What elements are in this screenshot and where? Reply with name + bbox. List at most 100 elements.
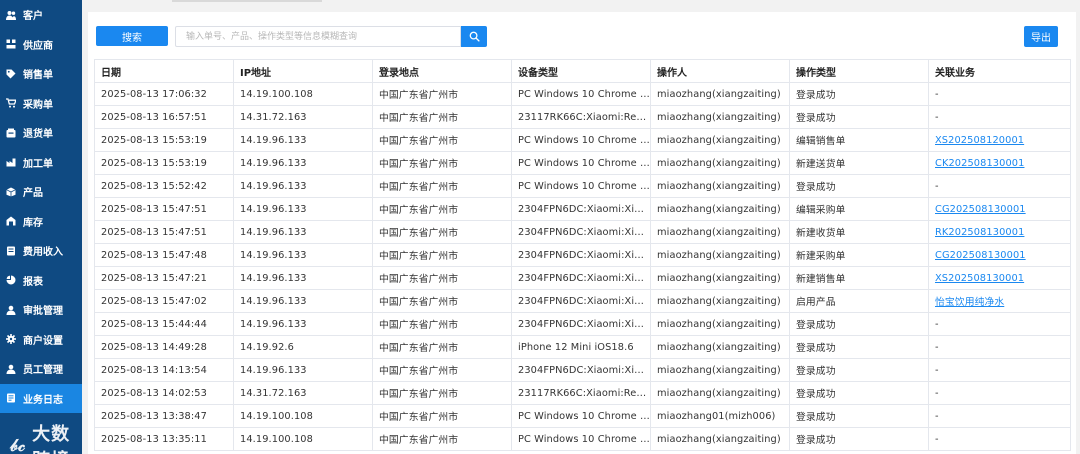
sidebar-item-11[interactable]: 商户设置 (0, 325, 82, 355)
table-cell: 2025-08-13 15:47:02 (94, 289, 234, 313)
sidebar-item-label: 产品 (23, 188, 43, 200)
sidebar-item-4[interactable]: 退货单 (0, 118, 82, 148)
table-cell: 中国广东省广州市 (372, 82, 512, 106)
table-cell: 2304FPN6DC:Xiaomi:Xiao... (511, 197, 651, 221)
column-header[interactable]: 关联业务 (928, 59, 1071, 83)
related-business-link[interactable]: CG202508130001 (935, 204, 1026, 215)
related-business-link[interactable]: XS202508120001 (935, 135, 1024, 146)
table-row[interactable]: 2025-08-13 15:47:21 14.19.96.133 中国广东省广州市 2… (94, 266, 1071, 290)
table-row[interactable]: 2025-08-13 14:02:53 14.31.72.163 中国广东省广州市 2… (94, 381, 1071, 405)
table-row[interactable]: 2025-08-13 15:47:51 14.19.96.133 中国广东省广州市 2… (94, 220, 1071, 244)
watermark-text: 大数跨境 (32, 424, 71, 454)
table-cell: 2304FPN6DC:Xiaomi:Xiao... (511, 289, 651, 313)
table-cell: 中国广东省广州市 (372, 404, 512, 428)
column-header[interactable]: 操作类型 (789, 59, 929, 83)
table-cell: 2304FPN6DC:Xiaomi:Xiao... (511, 266, 651, 290)
sidebar-item-7[interactable]: 库存 (0, 207, 82, 237)
related-business-link[interactable]: CK202508130001 (935, 158, 1024, 169)
sidebar-item-10[interactable]: 审批管理 (0, 295, 82, 325)
search-submit-button[interactable] (461, 26, 487, 47)
table-cell: 新建销售单 (789, 266, 929, 290)
table-row[interactable]: 2025-08-13 16:57:51 14.31.72.163 中国广东省广州市 2… (94, 105, 1071, 129)
table-cell: miaozhang(xiangzaiting) (650, 151, 790, 175)
supplier-icon (6, 39, 16, 49)
column-header[interactable]: IP地址 (233, 59, 373, 83)
top-band (82, 0, 1080, 10)
related-business-link[interactable]: CG202508130001 (935, 250, 1026, 261)
table-cell: 14.19.96.133 (233, 243, 373, 267)
sidebar-item-0[interactable]: 客户 (0, 0, 82, 30)
table-cell: 2304FPN6DC:Xiaomi:Xiao... (511, 312, 651, 336)
related-business-link[interactable]: XS202508130001 (935, 273, 1024, 284)
sidebar-item-8[interactable]: 费用收入 (0, 236, 82, 266)
table-row[interactable]: 2025-08-13 14:49:28 14.19.92.6 中国广东省广州市 iPh… (94, 335, 1071, 359)
column-header[interactable]: 登录地点 (372, 59, 512, 83)
sidebar-item-3[interactable]: 采购单 (0, 89, 82, 119)
table-row[interactable]: 2025-08-13 13:38:47 14.19.100.108 中国广东省广州市… (94, 404, 1071, 428)
table-cell: 2025-08-13 15:53:19 (94, 151, 234, 175)
table-cell: 14.19.92.6 (233, 335, 373, 359)
table-cell: - (928, 312, 1071, 336)
column-header[interactable]: 日期 (94, 59, 234, 83)
table-cell: 登录成功 (789, 335, 929, 359)
table-cell: 14.19.96.133 (233, 358, 373, 382)
table-cell: 中国广东省广州市 (372, 335, 512, 359)
table-cell: 2304FPN6DC:Xiaomi:Xiao... (511, 358, 651, 382)
table-cell: CG202508130001 (928, 243, 1071, 267)
sidebar-item-9[interactable]: 报表 (0, 266, 82, 296)
sidebar-item-12[interactable]: 员工管理 (0, 354, 82, 384)
table-header-row: 日期 IP地址 登录地点 设备类型 操作人 操作类型 关联业务 (94, 59, 1071, 83)
sidebar-item-2[interactable]: 销售单 (0, 59, 82, 89)
table-cell: 14.19.96.133 (233, 266, 373, 290)
table-row[interactable]: 2025-08-13 15:47:02 14.19.96.133 中国广东省广州市 2… (94, 289, 1071, 313)
table-cell: 2025-08-13 15:47:48 (94, 243, 234, 267)
sidebar-item-label: 报表 (23, 276, 43, 288)
table-cell: 23117RK66C:Xiaomi:Red... (511, 105, 651, 129)
column-header[interactable]: 设备类型 (511, 59, 651, 83)
table-cell: RK202508130001 (928, 220, 1071, 244)
table-cell: - (928, 174, 1071, 198)
sidebar-item-label: 退货单 (23, 129, 53, 141)
table-row[interactable]: 2025-08-13 17:06:32 14.19.100.108 中国广东省广州市… (94, 82, 1071, 106)
table-cell: PC Windows 10 Chrome 1... (511, 82, 651, 106)
sidebar-item-13[interactable]: 业务日志 (0, 383, 82, 413)
table-row[interactable]: 2025-08-13 15:52:42 14.19.96.133 中国广东省广州市 P… (94, 174, 1071, 198)
table-cell: 2025-08-13 16:57:51 (94, 105, 234, 129)
table-cell: miaozhang(xiangzaiting) (650, 82, 790, 106)
table-cell: 新建收货单 (789, 220, 929, 244)
table-row[interactable]: 2025-08-13 15:47:51 14.19.96.133 中国广东省广州市 2… (94, 197, 1071, 221)
ledger-icon (6, 246, 16, 256)
table-cell: miaozhang(xiangzaiting) (650, 289, 790, 313)
related-business-link[interactable]: 怡宝饮用纯净水 (935, 297, 1004, 308)
sidebar-item-label: 商户设置 (23, 335, 63, 347)
table-cell: miaozhang(xiangzaiting) (650, 312, 790, 336)
sidebar-item-label: 费用收入 (23, 247, 63, 259)
search-icon (469, 31, 480, 42)
table-row[interactable]: 2025-08-13 15:47:48 14.19.96.133 中国广东省广州市 2… (94, 243, 1071, 267)
table-cell: miaozhang(xiangzaiting) (650, 381, 790, 405)
table-cell: 中国广东省广州市 (372, 243, 512, 267)
search-input[interactable] (175, 26, 461, 47)
export-button[interactable]: 导出 (1024, 26, 1058, 47)
table-row[interactable]: 2025-08-13 13:35:11 14.19.100.108 中国广东省广州市… (94, 427, 1071, 451)
table-cell: 中国广东省广州市 (372, 197, 512, 221)
search-button[interactable]: 搜索 (96, 26, 168, 46)
table-cell: 登录成功 (789, 174, 929, 198)
return-icon (6, 128, 16, 138)
table-row[interactable]: 2025-08-13 15:44:44 14.19.96.133 中国广东省广州市 2… (94, 312, 1071, 336)
table-cell: 14.19.96.133 (233, 289, 373, 313)
table-row[interactable]: 2025-08-13 15:53:19 14.19.96.133 中国广东省广州市 P… (94, 151, 1071, 175)
table-cell: 中国广东省广州市 (372, 289, 512, 313)
table-cell: 14.31.72.163 (233, 105, 373, 129)
sidebar-item-6[interactable]: 产品 (0, 177, 82, 207)
table-cell: 中国广东省广州市 (372, 266, 512, 290)
table-row[interactable]: 2025-08-13 15:53:19 14.19.96.133 中国广东省广州市 P… (94, 128, 1071, 152)
table-row[interactable]: 2025-08-13 14:13:54 14.19.96.133 中国广东省广州市 2… (94, 358, 1071, 382)
sidebar-item-1[interactable]: 供应商 (0, 30, 82, 60)
table-cell: 14.19.96.133 (233, 151, 373, 175)
related-business-link[interactable]: RK202508130001 (935, 227, 1024, 238)
sidebar-item-label: 采购单 (23, 99, 53, 111)
column-header[interactable]: 操作人 (650, 59, 790, 83)
table-cell: miaozhang(xiangzaiting) (650, 128, 790, 152)
sidebar-item-5[interactable]: 加工单 (0, 148, 82, 178)
